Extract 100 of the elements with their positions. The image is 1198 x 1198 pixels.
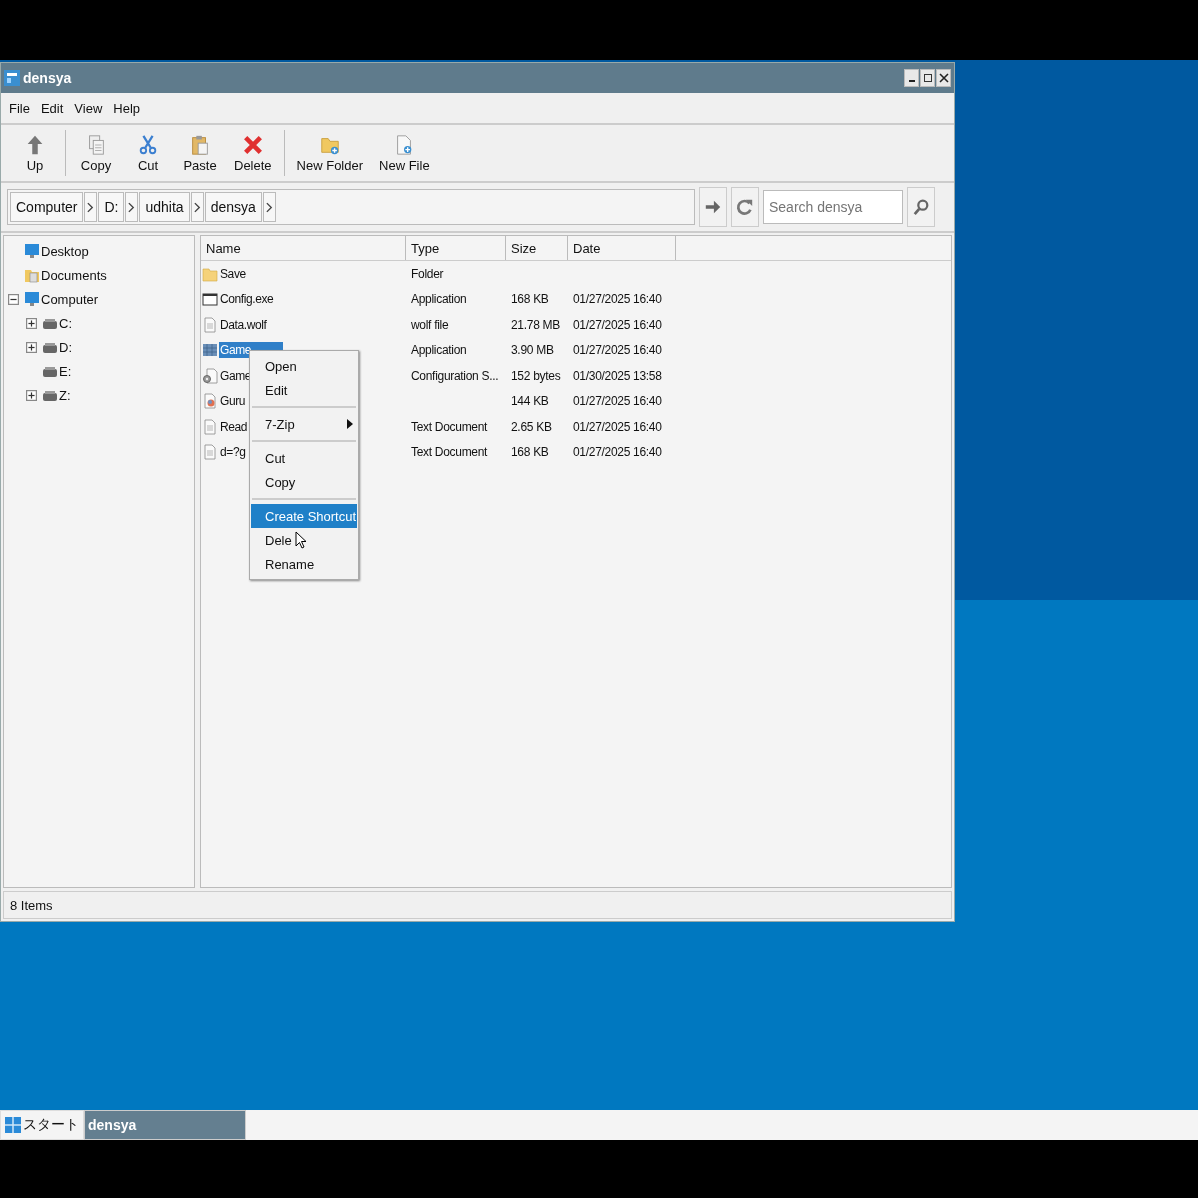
breadcrumb[interactable]: Computer: [10, 192, 84, 222]
chevron-button[interactable]: [125, 192, 139, 222]
chevron-button[interactable]: [84, 192, 98, 222]
monitor-icon: [24, 291, 40, 307]
menu-item[interactable]: Edit: [40, 100, 64, 116]
menu-item[interactable]: Rename: [251, 552, 357, 576]
close-button[interactable]: [936, 69, 951, 87]
table-cell-text: 01/27/2025 16:40: [572, 343, 663, 358]
toolbar-button[interactable]: New Folder: [288, 131, 372, 175]
expand-icon[interactable]: [26, 389, 37, 401]
table-cell-text: 01/27/2025 16:40: [572, 445, 663, 460]
table-cell-text: 168 KB: [510, 445, 550, 460]
table-cell-text: 01/27/2025 16:40: [572, 317, 663, 332]
menu-item[interactable]: Dele: [251, 528, 357, 552]
tree-item[interactable]: Documents: [41, 267, 107, 283]
tree-item[interactable]: Desktop: [41, 243, 89, 259]
chevron-icon: [265, 201, 273, 213]
table-cell-text: Text Document: [410, 419, 489, 434]
tree-item[interactable]: Computer: [41, 291, 99, 307]
item-count: 8 Items: [10, 897, 53, 913]
delete-icon: [241, 133, 264, 156]
folder-icon: [24, 267, 40, 283]
chevron-button[interactable]: [190, 192, 204, 222]
table-cell-text: Application: [410, 292, 468, 307]
taskbar-button[interactable]: densya: [84, 1110, 246, 1140]
close-icon: [938, 73, 949, 83]
column-header[interactable]: Size: [506, 236, 568, 260]
toolbar-button[interactable]: Paste: [174, 131, 226, 175]
table-cell-text: 168 KB: [510, 292, 550, 307]
search-field[interactable]: Search densya: [763, 190, 903, 224]
tree-item[interactable]: C:: [59, 315, 72, 331]
table-cell-text: Configuration S...: [410, 368, 500, 383]
maximize-button[interactable]: [920, 69, 935, 87]
table-cell-text: Folder: [410, 266, 445, 281]
column-header[interactable]: Type: [406, 236, 506, 260]
chevron-button[interactable]: [262, 192, 276, 222]
windows-icon: [5, 1116, 21, 1134]
collapse-icon[interactable]: [8, 293, 19, 305]
file-name[interactable]: d=?g: [219, 444, 247, 461]
toolbar-button[interactable]: Copy: [70, 131, 122, 175]
table-cell-text: 01/27/2025 16:40: [572, 419, 663, 434]
chevron-icon: [128, 201, 136, 213]
submenu-arrow-icon: [347, 419, 353, 429]
start-button[interactable]: スタート: [0, 1110, 84, 1140]
table-cell-text: 21.78 MB: [510, 317, 561, 332]
chevron-icon: [87, 201, 95, 213]
menu-item[interactable]: View: [74, 100, 103, 116]
menu-item[interactable]: Open: [251, 354, 357, 378]
table-cell-text: 2.65 KB: [510, 419, 553, 434]
toolbar-button[interactable]: Delete: [226, 131, 280, 175]
column-header[interactable]: Date: [568, 236, 676, 260]
table-cell-text: 144 KB: [510, 394, 550, 409]
menu-item[interactable]: Cut: [251, 446, 357, 470]
menu-item[interactable]: 7-Zip: [251, 412, 357, 436]
expand-icon[interactable]: [26, 341, 37, 353]
minimize-icon: [908, 80, 915, 82]
menu-item[interactable]: Help: [113, 100, 141, 116]
monitor-icon: [24, 243, 40, 259]
cut-icon: [137, 133, 159, 156]
file-name[interactable]: Save: [219, 265, 247, 282]
go-button[interactable]: [699, 187, 727, 227]
file-name[interactable]: Guru: [219, 393, 247, 410]
menu-item[interactable]: Create Shortcut: [251, 504, 357, 528]
toolbar-button[interactable]: Up: [9, 131, 61, 175]
maximize-icon: [922, 73, 933, 83]
file-name[interactable]: Data.wolf: [219, 316, 268, 333]
menu-item[interactable]: File: [9, 100, 30, 116]
refresh-icon: [736, 198, 754, 216]
table-cell-text: 01/30/2025 13:58: [572, 368, 663, 383]
toolbar-button[interactable]: New File: [371, 131, 438, 175]
table-cell-text: Text Document: [410, 445, 489, 460]
app-icon: [4, 70, 20, 86]
mouse-cursor-icon: [295, 531, 307, 549]
menu-item[interactable]: Edit: [251, 378, 357, 402]
file-name[interactable]: Read: [219, 418, 249, 435]
table-cell-text: wolf file: [410, 317, 450, 332]
breadcrumb[interactable]: densya: [204, 192, 262, 222]
table-cell-text: 01/27/2025 16:40: [572, 292, 663, 307]
search-button[interactable]: [907, 187, 935, 227]
file-name[interactable]: Config.exe: [219, 291, 275, 308]
chevron-icon: [193, 201, 201, 213]
search-icon: [912, 198, 930, 216]
tree-item[interactable]: E:: [59, 363, 72, 379]
arrow-icon: [704, 198, 722, 216]
table-cell-text: 152 bytes: [510, 368, 562, 383]
refresh-button[interactable]: [731, 187, 759, 227]
tree-item[interactable]: D:: [59, 339, 72, 355]
breadcrumb[interactable]: udhita: [139, 192, 190, 222]
column-header[interactable]: Name: [201, 236, 406, 260]
breadcrumb[interactable]: D:: [98, 192, 125, 222]
table-cell-text: Application: [410, 343, 468, 358]
toolbar-button[interactable]: Cut: [122, 131, 174, 175]
tree-item[interactable]: Z:: [59, 387, 71, 403]
paste-icon: [189, 133, 211, 156]
window-title: densya: [23, 70, 72, 86]
table-cell-text: 3.90 MB: [510, 343, 555, 358]
menu-item[interactable]: Copy: [251, 470, 357, 494]
minimize-button[interactable]: [904, 69, 919, 87]
expand-icon[interactable]: [26, 317, 37, 329]
table-cell-text: 01/27/2025 16:40: [572, 394, 663, 409]
